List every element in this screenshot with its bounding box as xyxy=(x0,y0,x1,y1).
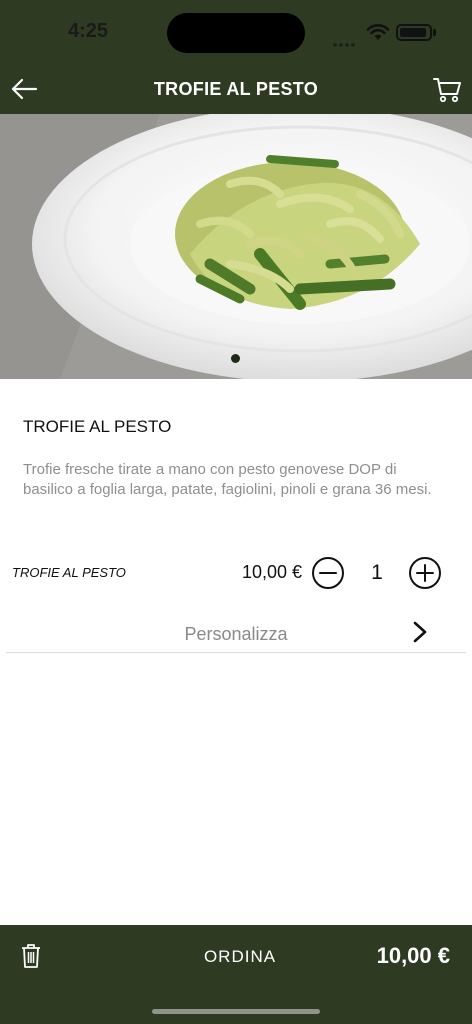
nav-bar: TROFIE AL PESTO xyxy=(0,64,472,114)
product-description: Trofie fresche tirate a mano con pesto g… xyxy=(23,461,432,498)
status-bar: 4:25 xyxy=(0,0,472,64)
line-item-price: 10,00 € xyxy=(242,562,303,582)
battery-nub xyxy=(433,29,436,36)
cart-icon[interactable] xyxy=(432,74,462,104)
product-title: TROFIE AL PESTO xyxy=(23,417,172,436)
quantity-value: 1 xyxy=(371,561,383,584)
home-indicator[interactable] xyxy=(152,1009,320,1014)
wifi-icon xyxy=(366,24,390,40)
dynamic-island xyxy=(167,13,305,53)
carousel-page-indicator[interactable] xyxy=(231,354,240,363)
line-item-row: TROFIE AL PESTO 10,00 € 1 xyxy=(0,553,472,593)
status-time: 4:25 xyxy=(68,20,109,42)
plus-circle-icon[interactable] xyxy=(408,556,442,590)
customize-label: Personalizza xyxy=(184,624,288,644)
order-total: 10,00 € xyxy=(376,943,450,968)
page-title: TROFIE AL PESTO xyxy=(153,79,319,99)
battery-icon xyxy=(396,24,432,41)
minus-circle-icon[interactable] xyxy=(311,556,345,590)
product-image-carousel[interactable] xyxy=(0,114,472,379)
signal-icon xyxy=(333,34,357,52)
order-footer: ORDINA 10,00 € xyxy=(0,925,472,1024)
customize-row[interactable]: Personalizza xyxy=(6,612,466,653)
line-item-name: TROFIE AL PESTO xyxy=(12,565,126,580)
chevron-right-icon xyxy=(413,621,427,643)
product-image xyxy=(0,114,472,379)
